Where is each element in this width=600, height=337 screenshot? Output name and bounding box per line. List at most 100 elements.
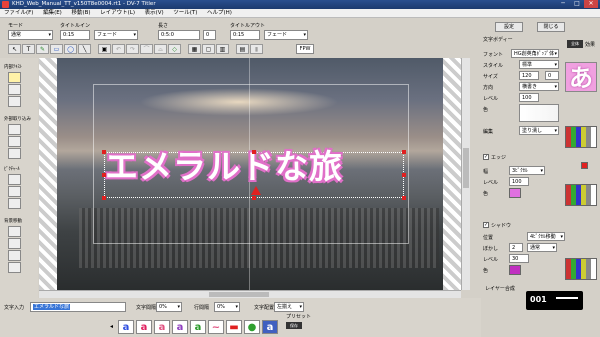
- edge-color-swatch[interactable]: [509, 188, 521, 198]
- picture-button-1[interactable]: [8, 174, 21, 185]
- align-icon[interactable]: ▥: [216, 44, 229, 54]
- internal-text-button-3[interactable]: [8, 96, 21, 107]
- size-input[interactable]: 120: [519, 71, 539, 80]
- font-select[interactable]: HG創英角ﾎﾟｯﾌﾟ体: [511, 49, 559, 58]
- length-frame[interactable]: 0: [203, 30, 216, 40]
- preset-save-button[interactable]: 保存: [286, 322, 302, 329]
- internal-text-button-2[interactable]: [8, 84, 21, 95]
- fpw-button[interactable]: FPW: [296, 44, 314, 54]
- text-tool-icon[interactable]: T: [22, 44, 35, 54]
- preset-blue-box-icon[interactable]: a: [262, 320, 278, 334]
- shadow-palette[interactable]: [565, 258, 597, 280]
- picture-button-2[interactable]: [8, 186, 21, 197]
- menu-tools[interactable]: ツール(T): [169, 9, 201, 18]
- close-panel-button[interactable]: 閉じる: [537, 22, 565, 32]
- shadow-color-swatch[interactable]: [509, 265, 521, 275]
- length-time[interactable]: 0:5:0: [158, 30, 200, 40]
- tab-all[interactable]: 全体: [567, 40, 583, 48]
- resize-handle-bl[interactable]: [102, 196, 106, 200]
- menu-file[interactable]: ファイル(F): [0, 9, 37, 18]
- line-tool-icon[interactable]: ╲: [78, 44, 91, 54]
- line-spacing-select[interactable]: 0%: [214, 302, 240, 312]
- lock-icon[interactable]: ▮: [250, 44, 263, 54]
- external-import-button-2[interactable]: [8, 136, 21, 147]
- select-tool-icon[interactable]: ↖: [8, 44, 21, 54]
- diamond-tool-icon[interactable]: ◇: [168, 44, 181, 54]
- vertical-scroll-thumb[interactable]: [463, 148, 469, 188]
- text-input-field[interactable]: エメラルドな旅: [30, 302, 126, 312]
- edge-palette[interactable]: [565, 184, 597, 206]
- redo-icon[interactable]: ↷: [126, 44, 139, 54]
- shadow-level-input[interactable]: 30: [509, 254, 529, 263]
- vertical-scrollbar[interactable]: [461, 58, 470, 290]
- minimize-icon[interactable]: ─: [556, 0, 570, 8]
- horizontal-scroll-thumb[interactable]: [209, 292, 269, 297]
- resize-handle-mr[interactable]: [402, 173, 406, 177]
- preset-scroll-left-icon[interactable]: ◂: [110, 320, 116, 334]
- menu-move[interactable]: 移動(B): [67, 9, 94, 18]
- picture-button-3[interactable]: [8, 198, 21, 209]
- preset-red-a-icon[interactable]: a: [136, 320, 152, 334]
- blur-input[interactable]: 2: [509, 243, 523, 252]
- char-spacing-select[interactable]: 0%: [156, 302, 182, 312]
- horizontal-scrollbar[interactable]: [39, 290, 461, 298]
- title-out-time[interactable]: 0:15: [230, 30, 260, 40]
- preset-pink-a-icon[interactable]: a: [154, 320, 170, 334]
- menu-edit[interactable]: 編集(E): [39, 9, 66, 18]
- preset-wave-icon[interactable]: ~: [208, 320, 224, 334]
- external-import-button-1[interactable]: [8, 124, 21, 135]
- preset-blue-a-icon[interactable]: a: [118, 320, 134, 334]
- arc-icon[interactable]: ⌓: [154, 44, 167, 54]
- title-out-effect[interactable]: フェード: [264, 30, 308, 40]
- style-select[interactable]: 標準: [519, 60, 559, 69]
- level-input[interactable]: 100: [519, 93, 539, 102]
- background-button-1[interactable]: [8, 226, 21, 237]
- menu-help[interactable]: ヘルプ(H): [203, 9, 236, 18]
- edge-width-select[interactable]: 3ﾋﾟｸｾﾙ: [509, 166, 545, 175]
- undo-icon[interactable]: ↶: [112, 44, 125, 54]
- curve-icon[interactable]: ⌒: [140, 44, 153, 54]
- title-in-time[interactable]: 0:15: [60, 30, 90, 40]
- pen-tool-icon[interactable]: ✎: [36, 44, 49, 54]
- background-button-4[interactable]: [8, 262, 21, 273]
- preset-green-dot-icon[interactable]: ●: [244, 320, 260, 334]
- color-palette[interactable]: [565, 126, 597, 148]
- resize-handle-bc[interactable]: [252, 196, 256, 200]
- resize-handle-ml[interactable]: [102, 173, 106, 177]
- frame-icon[interactable]: ▤: [236, 44, 249, 54]
- edge-level-input[interactable]: 100: [509, 177, 529, 186]
- grid-icon[interactable]: ▦: [188, 44, 201, 54]
- rotate-handle-icon[interactable]: [251, 186, 261, 195]
- size-sub-input[interactable]: 0: [545, 71, 559, 80]
- background-button-3[interactable]: [8, 250, 21, 261]
- tab-effect[interactable]: 効果: [585, 41, 595, 48]
- edge-color-red[interactable]: [581, 162, 588, 169]
- close-icon[interactable]: ✕: [584, 0, 598, 8]
- shadow-position-select[interactable]: 4ﾋﾟｸｾﾙ移動: [527, 232, 565, 241]
- preset-red-bar-icon[interactable]: ▬: [226, 320, 242, 334]
- settings-button[interactable]: 設定: [495, 22, 523, 32]
- resize-handle-tl[interactable]: [102, 150, 106, 154]
- shadow-checkbox[interactable]: ✓: [483, 222, 489, 228]
- maximize-icon[interactable]: □: [570, 0, 584, 8]
- resize-handle-br[interactable]: [402, 196, 406, 200]
- resize-handle-tc[interactable]: [252, 150, 256, 154]
- title-in-effect[interactable]: フェード: [94, 30, 138, 40]
- ellipse-tool-icon[interactable]: ◯: [64, 44, 77, 54]
- menu-view[interactable]: 表示(V): [141, 9, 168, 18]
- blur-mode-select[interactable]: 通常: [527, 243, 557, 252]
- mode-select[interactable]: 通常: [8, 30, 53, 40]
- external-import-button-3[interactable]: [8, 148, 21, 159]
- direction-select[interactable]: 横書き: [519, 82, 559, 91]
- preset-green-a-icon[interactable]: a: [190, 320, 206, 334]
- background-button-2[interactable]: [8, 238, 21, 249]
- preset-purple-a-icon[interactable]: a: [172, 320, 188, 334]
- resize-handle-tr[interactable]: [402, 150, 406, 154]
- rectangle-tool-icon[interactable]: ▭: [50, 44, 63, 54]
- internal-text-button-1[interactable]: [8, 72, 21, 83]
- edge-checkbox[interactable]: ✓: [483, 154, 489, 160]
- safe-area-icon[interactable]: ▢: [202, 44, 215, 54]
- image-tool-icon[interactable]: ▣: [98, 44, 111, 54]
- align-select[interactable]: 左揃え: [274, 302, 304, 312]
- body-color-swatch[interactable]: [519, 104, 559, 122]
